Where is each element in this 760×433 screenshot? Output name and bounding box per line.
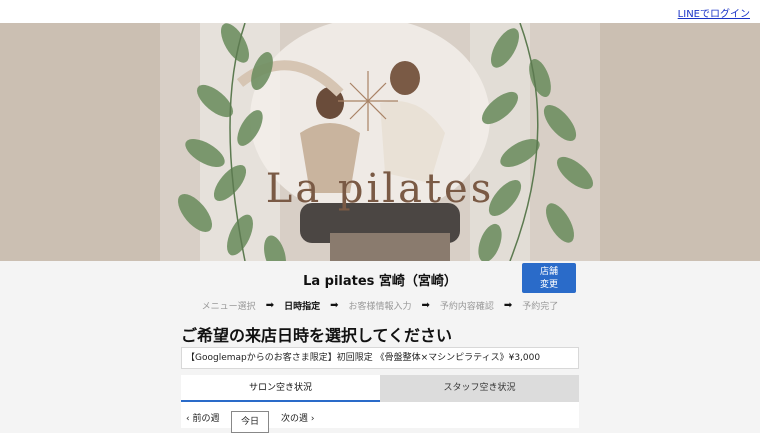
page-heading: ご希望の来店日時を選択してください: [181, 326, 453, 345]
store-change-label: 店舗 変更: [539, 267, 558, 290]
progress-steps: メニュー選択 ➡ 日時指定 ➡ お客様情報入力 ➡ 予約内容確認 ➡ 予約完了: [0, 299, 760, 312]
store-change-button[interactable]: 店舗 変更: [522, 263, 576, 293]
step-confirm: 予約内容確認: [439, 302, 494, 312]
step-customer-info: お客様情報入力: [348, 302, 412, 312]
step-arrow-icon: ➡: [330, 300, 339, 311]
prev-week-label: 前の週: [192, 414, 220, 424]
prev-week-button[interactable]: ‹ 前の週: [186, 411, 220, 424]
store-title: La pilates 宮崎（宮崎）: [303, 274, 457, 289]
chevron-left-icon: ‹: [186, 414, 190, 424]
top-bar: LINEでログイン: [0, 0, 760, 23]
tab-salon-availability[interactable]: サロン空き状況: [181, 375, 380, 402]
step-arrow-icon: ➡: [421, 300, 430, 311]
hero-banner: La pilates: [0, 23, 760, 261]
step-complete: 予約完了: [522, 302, 559, 312]
week-navigation: ‹ 前の週 今日 次の週 ›: [181, 402, 579, 433]
step-datetime: 日時指定: [284, 302, 321, 312]
step-arrow-icon: ➡: [503, 300, 513, 311]
selected-menu: 【Googlemapからのお客さま限定】初回限定 《骨盤整体×マシンピラティス》…: [181, 347, 579, 369]
hero-illustration: [160, 23, 600, 261]
line-login-link[interactable]: LINEでログイン: [678, 5, 750, 20]
today-button[interactable]: 今日: [231, 411, 269, 433]
step-arrow-icon: ➡: [265, 300, 275, 311]
availability-tabs: サロン空き状況 スタッフ空き状況: [181, 375, 579, 402]
next-week-label: 次の週: [281, 414, 309, 424]
next-week-button[interactable]: 次の週 ›: [281, 411, 315, 424]
step-menu-select: メニュー選択: [201, 302, 256, 312]
tab-staff-availability[interactable]: スタッフ空き状況: [380, 375, 579, 402]
brand-logo-text: La pilates: [265, 166, 495, 212]
chevron-right-icon: ›: [310, 414, 315, 424]
